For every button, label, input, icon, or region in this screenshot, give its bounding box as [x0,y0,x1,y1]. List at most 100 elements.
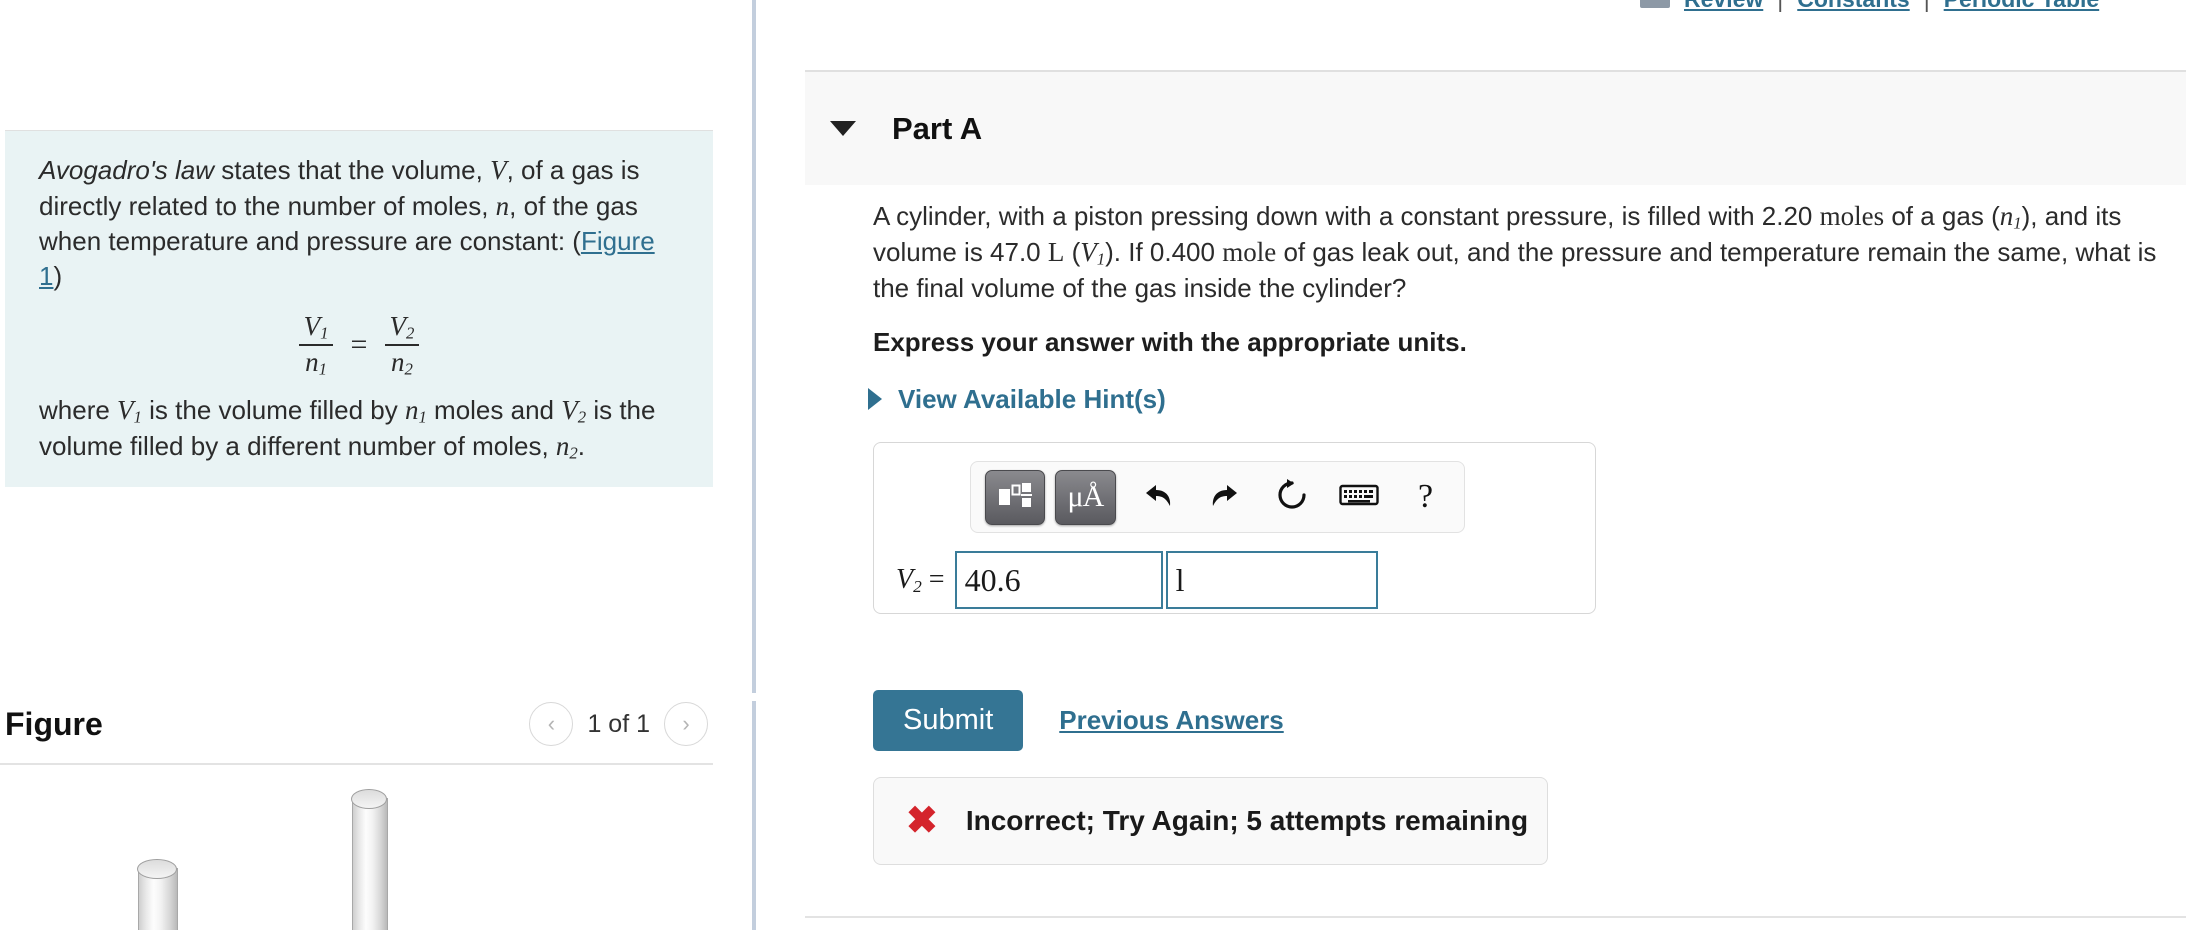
info-box-text: Avogadro's law states that the volume, V… [5,153,713,465]
fraction-left-denominator: n1 [299,343,334,379]
figure-prev-button[interactable]: ‹ [529,702,574,746]
question-V1-sub: 1 [1096,249,1106,269]
math-template-button[interactable] [985,469,1046,525]
undo-icon [1140,480,1176,515]
variable-n: n [495,190,510,221]
answer-toolbar: μÅ ? [970,461,1465,533]
right-panel: Part A A cylinder, with a piston pressin… [805,0,2186,930]
figure-title: Figure [5,705,103,742]
variable-V: V [490,155,507,185]
cylinder-large [351,789,388,930]
moles-word: moles [1819,201,1885,231]
figure-navigation: ‹ 1 of 1 › [529,702,708,746]
chevron-right-icon: › [682,711,690,736]
where-V1-sub: 1 [133,407,142,427]
redo-button[interactable] [1200,474,1249,520]
equals-sign: = [350,328,368,362]
feedback-banner: ✖ Incorrect; Try Again; 5 attempts remai… [873,777,1548,865]
units-button[interactable]: μÅ [1055,469,1116,525]
redo-icon [1207,480,1243,515]
bottom-divider [805,916,2186,918]
frac-left-num-sub: 1 [320,323,329,343]
question-var-V1: V1 [1080,236,1106,269]
feedback-message: Incorrect; Try Again; 5 attempts remaini… [965,805,1529,836]
where-V1-base: V [117,395,134,426]
answer-label-sub: 2 [913,576,922,596]
where-paragraph: where V1 is the volume filled by n1 mole… [39,393,679,465]
figure-count-label: 1 of 1 [587,709,650,738]
submit-button[interactable]: Submit [873,690,1024,751]
left-panel: Avogadro's law states that the volume, V… [0,0,735,930]
law-paragraph: Avogadro's law states that the volume, V… [39,153,679,293]
frac-left-den-var: n [305,346,319,377]
answer-input-row: V2 = [874,551,1595,609]
answer-unit-input[interactable] [1165,551,1378,609]
panel-splitter[interactable] [752,0,756,930]
caret-down-icon[interactable] [830,121,856,136]
liter-unit: L [1047,236,1065,267]
frac-left-num-var: V [303,310,321,341]
answer-label-equals: = [928,563,945,595]
where-n2-sub: 2 [569,443,578,463]
question-seg-2: of a gas ( [1884,201,2000,231]
reset-icon [1275,478,1309,517]
question-seg-1: A cylinder, with a piston pressing down … [873,201,1820,231]
fraction-right-numerator: V2 [383,311,420,344]
frac-right-den-sub: 2 [404,359,413,379]
where-V2-sub: 2 [577,407,587,427]
figure-next-button[interactable]: › [664,702,708,746]
answer-widget: μÅ ? V2 = 40.6 l [873,442,1596,614]
x-mark-icon: ✖ [906,800,938,842]
caret-right-icon [868,388,882,411]
cylinder-large-top [351,789,387,809]
undo-button[interactable] [1134,474,1183,520]
answer-value-input[interactable] [954,551,1163,609]
fraction-left-numerator: V1 [298,311,335,344]
question-n1-sub: 1 [2013,213,2022,233]
law-sentence-1: states that the volume, [214,155,491,185]
question-text: A cylinder, with a piston pressing down … [873,185,2183,305]
keyboard-button[interactable] [1334,474,1383,520]
chevron-left-icon: ‹ [547,711,556,736]
where-var-n2: n2 [555,430,578,463]
frac-right-num-sub: 2 [405,323,415,343]
law-sentence-4: ) [53,260,63,291]
fraction-right-denominator: n2 [384,343,419,379]
view-hints-button[interactable]: View Available Hint(s) [868,384,2186,415]
part-a-header[interactable]: Part A [805,70,2186,185]
where-var-n1: n1 [404,395,427,427]
avogadro-equation: V1 n1 = V2 n2 [39,311,679,379]
where-text-3: moles and [426,395,562,426]
question-seg-4: ( [1064,236,1081,267]
units-icon: μÅ [1067,480,1105,513]
math-template-icon [997,480,1033,515]
answer-instruction: Express your answer with the appropriate… [873,326,1467,357]
where-n1-base: n [404,395,419,426]
where-text-2: is the volume filled by [141,395,405,426]
cylinder-small [137,859,178,930]
law-name: Avogadro's law [39,155,215,185]
where-n2-base: n [555,430,570,461]
previous-answers-link[interactable]: Previous Answers [1059,705,1283,736]
question-area: A cylinder, with a piston pressing down … [805,185,2186,415]
frac-right-den-var: n [390,346,405,377]
where-text-1: where [39,395,118,426]
where-text-5: . [577,430,585,461]
mole-word: mole [1222,236,1277,267]
frac-right-num-var: V [389,310,406,341]
where-var-V2: V2 [561,395,587,427]
fraction-right: V2 n2 [383,311,420,379]
answer-variable-label: V2 = [896,564,945,597]
reset-button[interactable] [1267,474,1316,520]
answer-actions: Submit Previous Answers [873,690,1284,751]
where-var-V1: V1 [117,395,142,427]
keyboard-icon [1338,482,1379,513]
where-n1-sub: 1 [418,407,427,427]
where-V2-base: V [561,395,578,426]
figure-image[interactable] [0,770,713,930]
help-button[interactable]: ? [1401,474,1450,520]
answer-label-var: V [896,563,914,595]
help-icon: ? [1418,478,1434,515]
question-V1-base: V [1080,236,1097,267]
view-hints-label: View Available Hint(s) [898,383,1166,414]
